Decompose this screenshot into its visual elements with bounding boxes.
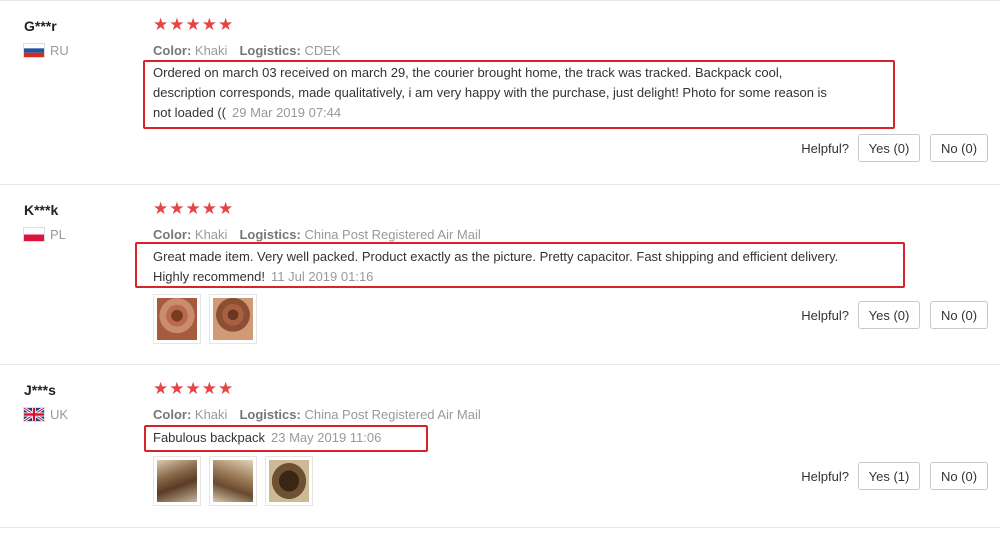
review-date: 11 Jul 2019 01:16 (271, 269, 374, 284)
color-label: Color: (153, 43, 192, 58)
review-date: 23 May 2019 11:06 (271, 430, 382, 445)
review-photo-thumbnail[interactable] (265, 456, 313, 506)
divider (0, 0, 1000, 1)
divider (0, 184, 1000, 185)
logistics-value: China Post Registered Air Mail (304, 227, 481, 242)
helpful-no-button[interactable]: No (0) (930, 301, 988, 329)
photo-backpack-image (269, 460, 309, 502)
review-date: 29 Mar 2019 07:44 (232, 105, 342, 120)
logistics-label: Logistics: (239, 227, 301, 242)
star-rating: ★★★★★ (153, 15, 235, 34)
reviews-page: G***r RU ★★★★★ Color: Khaki Logistics: CD… (0, 0, 1000, 544)
review-text-line: Fabulous backpack 23 May 2019 11:06 (153, 428, 381, 448)
reviewer-country: PL (24, 227, 66, 242)
helpful-vote: Helpful? Yes (1) No (0) (801, 462, 988, 490)
helpful-label: Helpful? (801, 468, 849, 484)
divider (0, 364, 1000, 365)
helpful-yes-button[interactable]: Yes (1) (858, 462, 920, 490)
color-value: Khaki (194, 227, 228, 242)
review-item: J***s UK ★★★★★ Color: Khaki Logistics: Ch… (0, 379, 1000, 527)
helpful-label: Helpful? (801, 307, 849, 323)
reviewer-name: J***s (24, 382, 56, 398)
photo-backpack-image (213, 298, 253, 340)
review-text-end: Fabulous backpack (153, 430, 266, 445)
helpful-vote: Helpful? Yes (0) No (0) (801, 134, 988, 162)
helpful-no-button[interactable]: No (0) (930, 462, 988, 490)
reviewer-country: UK (24, 407, 68, 422)
divider (0, 527, 1000, 528)
star-rating: ★★★★★ (153, 199, 235, 218)
photo-backpack-image (157, 298, 197, 340)
reviewer-name: K***k (24, 202, 59, 218)
country-code: UK (50, 407, 69, 422)
color-label: Color: (153, 407, 192, 422)
review-text: Ordered on march 03 received on march 29… (153, 63, 827, 123)
review-text-line: not loaded (( 29 Mar 2019 07:44 (153, 103, 827, 123)
photo-backpack-image (157, 460, 197, 502)
review-meta: Color: Khaki Logistics: China Post Regist… (153, 407, 481, 422)
review-photos (153, 294, 257, 344)
logistics-label: Logistics: (239, 407, 301, 422)
review-text-line: Ordered on march 03 received on march 29… (153, 65, 783, 80)
country-code: RU (50, 43, 69, 58)
country-code: PL (50, 227, 66, 242)
reviewer-name: G***r (24, 18, 57, 34)
review-text: Fabulous backpack 23 May 2019 11:06 (153, 428, 381, 448)
russia-flag-icon (24, 44, 44, 57)
review-photo-thumbnail[interactable] (209, 456, 257, 506)
review-text-line: Highly recommend! 11 Jul 2019 01:16 (153, 267, 838, 287)
color-value: Khaki (194, 407, 228, 422)
helpful-vote: Helpful? Yes (0) No (0) (801, 301, 988, 329)
helpful-label: Helpful? (801, 140, 849, 156)
review-meta: Color: Khaki Logistics: CDEK (153, 43, 341, 58)
logistics-value: CDEK (304, 43, 341, 58)
helpful-yes-button[interactable]: Yes (0) (858, 134, 920, 162)
uk-flag-icon (24, 408, 44, 421)
review-text-line: description corresponds, made qualitativ… (153, 85, 827, 100)
review-text: Great made item. Very well packed. Produ… (153, 247, 838, 287)
review-item: K***k PL ★★★★★ Color: Khaki Logistics: Ch… (0, 199, 1000, 362)
review-photo-thumbnail[interactable] (153, 294, 201, 344)
review-photo-thumbnail[interactable] (153, 456, 201, 506)
photo-backpack-image (213, 460, 253, 502)
review-meta: Color: Khaki Logistics: China Post Regist… (153, 227, 481, 242)
review-text-line: Great made item. Very well packed. Produ… (153, 249, 839, 264)
logistics-value: China Post Registered Air Mail (304, 407, 481, 422)
helpful-yes-button[interactable]: Yes (0) (858, 301, 920, 329)
star-rating: ★★★★★ (153, 379, 235, 398)
helpful-no-button[interactable]: No (0) (930, 134, 988, 162)
review-text-end: not loaded (( (153, 105, 226, 120)
color-label: Color: (153, 227, 192, 242)
review-photos (153, 456, 313, 506)
color-value: Khaki (194, 43, 228, 58)
review-photo-thumbnail[interactable] (209, 294, 257, 344)
review-item: G***r RU ★★★★★ Color: Khaki Logistics: CD… (0, 15, 1000, 183)
review-text-end: Highly recommend! (153, 269, 265, 284)
logistics-label: Logistics: (239, 43, 301, 58)
poland-flag-icon (24, 228, 44, 241)
reviewer-country: RU (24, 43, 69, 58)
